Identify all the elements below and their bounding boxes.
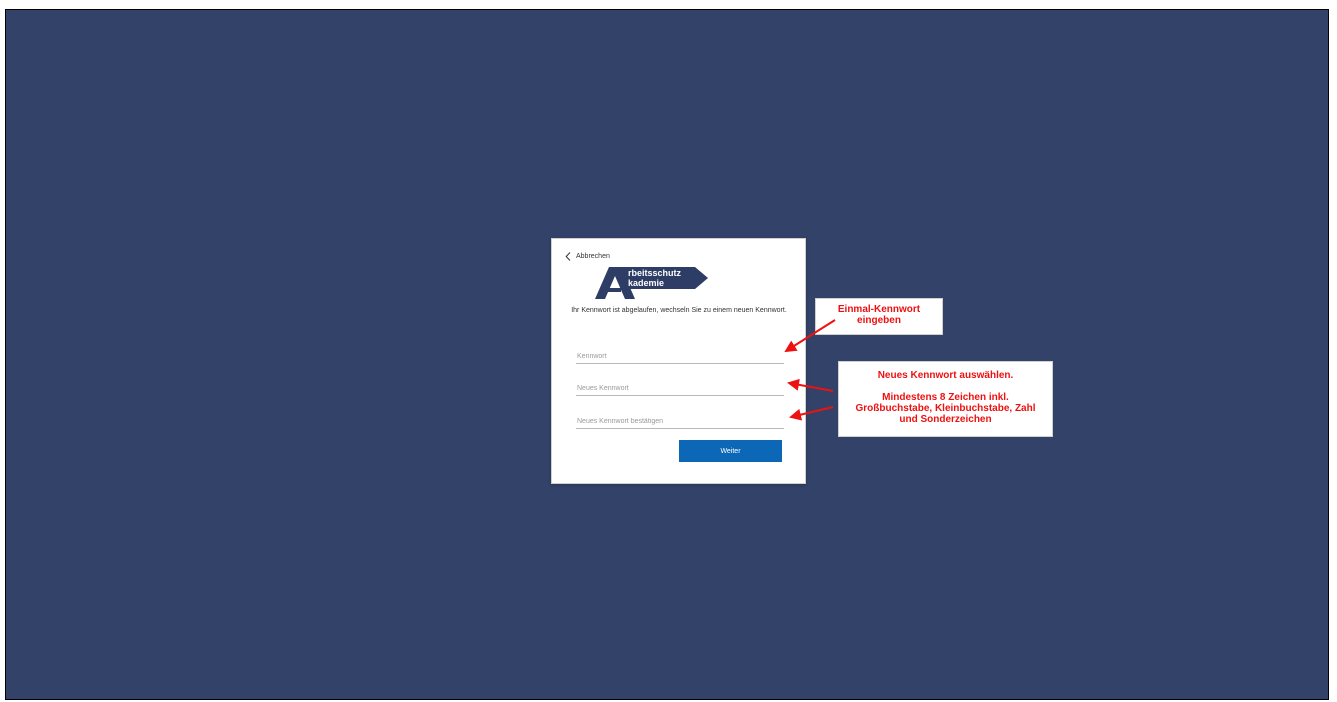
continue-button[interactable]: Weiter [679,440,782,462]
annotation-new-password-rules: Neues Kennwort auswählen. Mindestens 8 Z… [838,361,1053,437]
annotation-text: Neues Kennwort auswählen. [877,370,1014,381]
cancel-label: Abbrechen [576,252,610,260]
password-change-card: Abbrechen rbeitsschutz kademie Ihr Kennw… [551,238,806,484]
expired-password-message: Ihr Kennwort ist abgelaufen, wechseln Si… [571,307,787,314]
annotation-one-time-password: Einmal-Kennwort eingeben [815,298,943,335]
new-password-field[interactable] [576,381,784,396]
password-field[interactable] [576,349,784,364]
annotation-text: und Sonderzeichen [899,414,992,425]
annotation-text: Großbuchstabe, Kleinbuchstabe, Zahl [855,403,1036,414]
arbeitsschutz-akademie-logo: rbeitsschutz kademie [595,267,708,299]
annotation-text: Mindestens 8 Zeichen inkl. [882,392,1009,403]
annotation-text: Einmal-Kennwort [837,304,921,315]
cancel-link[interactable]: Abbrechen [565,250,610,262]
annotation-text: eingeben [857,315,901,326]
logo-line1: rbeitsschutz [628,268,682,278]
logo-line2: kademie [628,278,664,288]
confirm-password-field[interactable] [576,414,784,429]
chevron-left-icon [565,251,571,261]
